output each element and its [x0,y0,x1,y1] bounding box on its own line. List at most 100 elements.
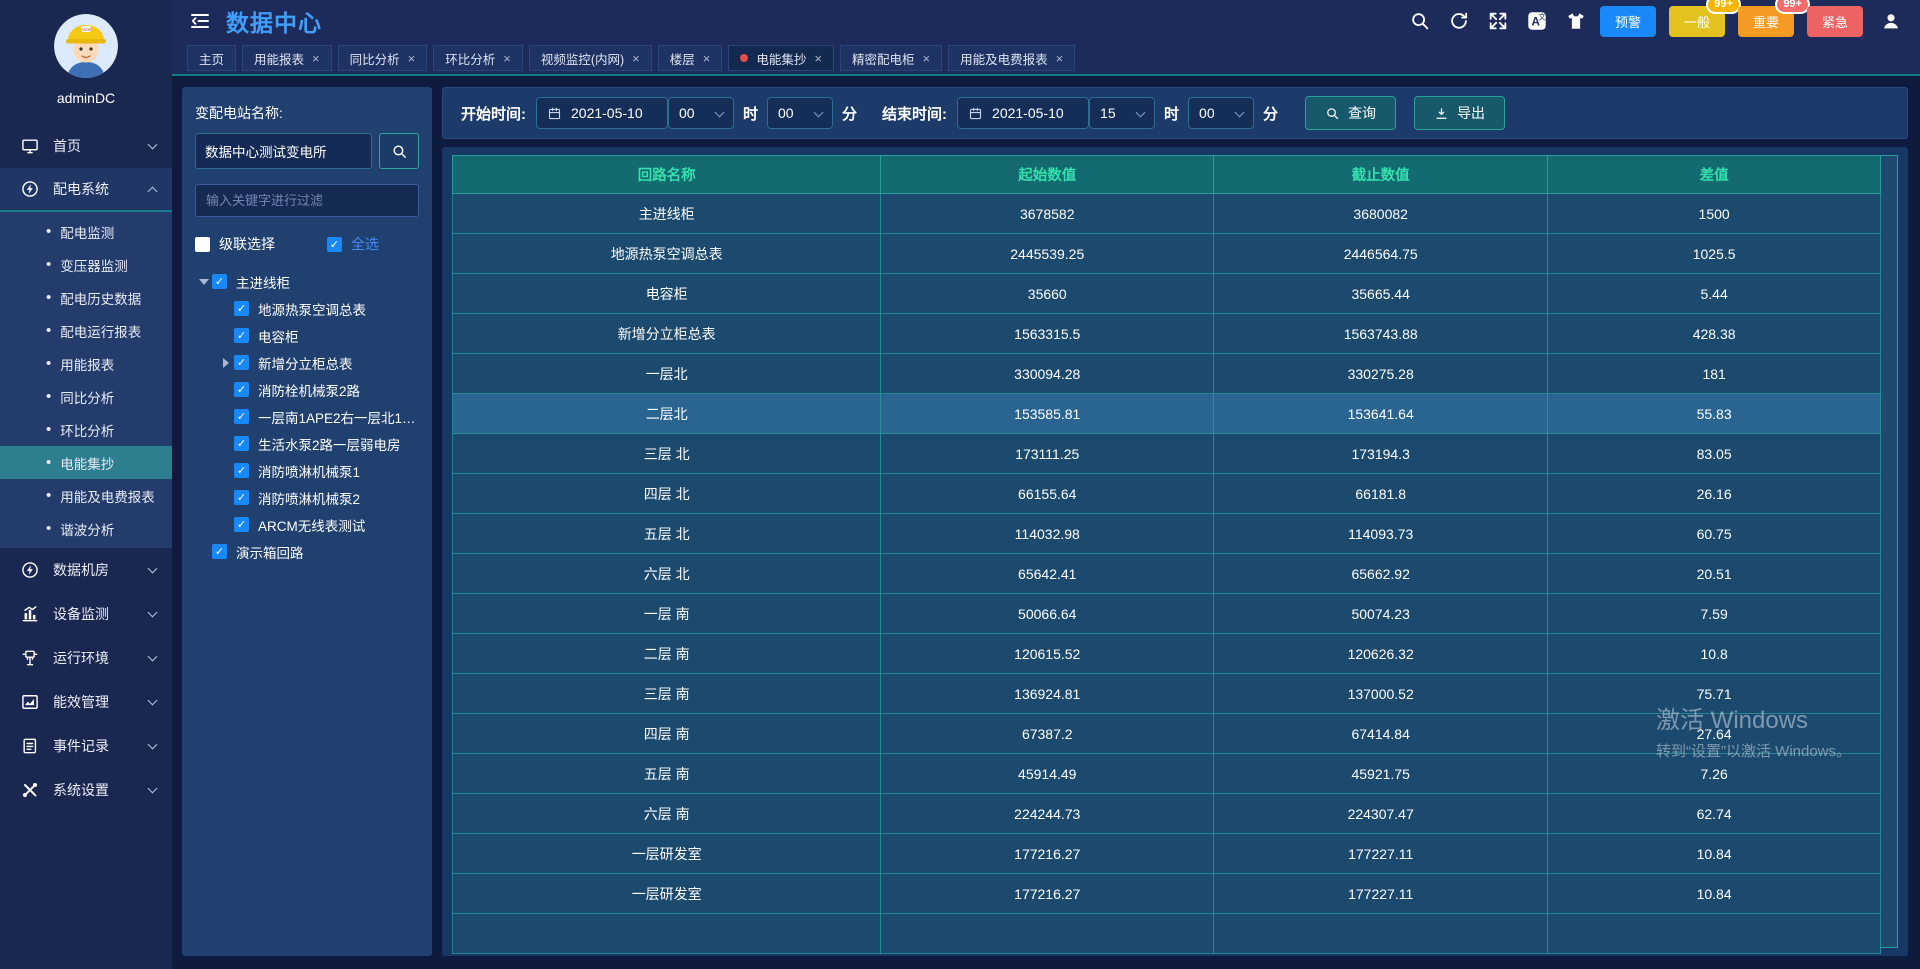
tree-node[interactable]: ✓消防喷淋机械泵1 [195,457,419,484]
tree-node[interactable]: ✓消防栓机械泵2路 [195,376,419,403]
tab-item[interactable]: 用能及电费报表× [948,45,1075,71]
tree-node[interactable]: ✓消防喷淋机械泵2 [195,484,419,511]
end-hour-select[interactable]: 15 [1089,97,1155,129]
select-all-checkbox[interactable]: ✓ [327,237,342,252]
tab-item[interactable]: 用能报表× [242,45,332,71]
sidebar-item[interactable]: 设备监测 [0,592,172,636]
tree-node-checkbox[interactable]: ✓ [234,517,249,532]
tree-node[interactable]: ✓演示箱回路 [195,538,419,565]
table-row[interactable]: 新增分立柜总表1563315.51563743.88428.38 [453,314,1881,354]
table-row[interactable]: 三层 北173111.25173194.383.05 [453,434,1881,474]
end-minute-select[interactable]: 00 [1188,97,1254,129]
alarm-button[interactable]: 重要99+ [1738,6,1794,37]
table-row[interactable]: 一层 南50066.6450074.237.59 [453,594,1881,634]
table-row[interactable]: 二层北153585.81153641.6455.83 [453,394,1881,434]
table-row[interactable]: 电容柜3566035665.445.44 [453,274,1881,314]
tab-close-icon[interactable]: × [923,52,931,65]
tree-node[interactable]: ✓新增分立柜总表 [195,349,419,376]
tab-close-icon[interactable]: × [1056,52,1064,65]
tree-node-checkbox[interactable]: ✓ [234,490,249,505]
submenu-item[interactable]: •配电监测 [0,215,172,248]
tree-node[interactable]: ✓主进线柜 [195,268,419,295]
search-icon[interactable] [1409,10,1431,32]
tree-node-checkbox[interactable]: ✓ [234,382,249,397]
table-row[interactable]: 一层研发室177216.27177227.1110.84 [453,834,1881,874]
tab-item[interactable]: 同比分析× [338,45,428,71]
table-row[interactable]: 二层 南120615.52120626.3210.8 [453,634,1881,674]
submenu-item[interactable]: •配电运行报表 [0,314,172,347]
sidebar-item[interactable]: 运行环境 [0,636,172,680]
sidebar-item[interactable]: 能效管理 [0,680,172,724]
table-scrollbar[interactable] [1881,155,1898,948]
end-date-picker[interactable]: 2021-05-10 [957,97,1089,129]
query-button[interactable]: 查询 [1305,96,1396,130]
submenu-item[interactable]: •配电历史数据 [0,281,172,314]
table-row[interactable]: 四层 北66155.6466181.826.16 [453,474,1881,514]
table-row[interactable]: 主进线柜367858236800821500 [453,194,1881,234]
submenu-item[interactable]: •环比分析 [0,413,172,446]
select-all-label[interactable]: 全选 [351,234,379,254]
tab-item[interactable]: 楼层× [658,45,723,71]
station-name-input[interactable] [195,133,372,169]
table-row[interactable]: 地源热泵空调总表2445539.252446564.751025.5 [453,234,1881,274]
start-date-picker[interactable]: 2021-05-10 [536,97,668,129]
tree-node-checkbox[interactable]: ✓ [212,544,227,559]
theme-shirt-icon[interactable] [1565,10,1587,32]
table-header-cell[interactable]: 截止数值 [1214,156,1548,194]
submenu-item[interactable]: •电能集抄 [0,446,172,479]
table-row[interactable]: 一层北330094.28330275.28181 [453,354,1881,394]
table-row[interactable]: 六层 北65642.4165662.9220.51 [453,554,1881,594]
tab-item[interactable]: 环比分析× [433,45,523,71]
start-hour-select[interactable]: 00 [668,97,734,129]
submenu-item[interactable]: •用能报表 [0,347,172,380]
tree-node-checkbox[interactable]: ✓ [234,328,249,343]
sidebar-item[interactable]: 事件记录 [0,724,172,768]
alarm-button[interactable]: 一般99+ [1669,6,1725,37]
tree-node-checkbox[interactable]: ✓ [234,301,249,316]
tab-close-icon[interactable]: × [814,52,822,65]
table-row[interactable] [453,914,1881,954]
tree-node-checkbox[interactable]: ✓ [234,463,249,478]
tab-close-icon[interactable]: × [408,52,416,65]
alarm-button[interactable]: 预警 [1600,6,1656,37]
tab-close-icon[interactable]: × [703,52,711,65]
user-icon[interactable] [1880,10,1902,32]
table-row[interactable]: 五层 南45914.4945921.757.26 [453,754,1881,794]
tree-node-checkbox[interactable]: ✓ [234,355,249,370]
fullscreen-icon[interactable] [1487,10,1509,32]
submenu-item[interactable]: •用能及电费报表 [0,479,172,512]
tree-node-checkbox[interactable]: ✓ [212,274,227,289]
tree-expand-icon[interactable] [199,279,209,285]
export-button[interactable]: 导出 [1414,96,1505,130]
table-header-cell[interactable]: 回路名称 [453,156,881,194]
tree-node[interactable]: ✓地源热泵空调总表 [195,295,419,322]
tab-item[interactable]: 主页 [187,45,236,71]
tab-close-icon[interactable]: × [312,52,320,65]
tree-node-checkbox[interactable]: ✓ [234,409,249,424]
refresh-icon[interactable] [1448,10,1470,32]
tab-item[interactable]: 精密配电柜× [840,45,942,71]
tree-filter-input[interactable] [195,184,419,217]
table-row[interactable]: 四层 南67387.267414.8427.64 [453,714,1881,754]
submenu-item[interactable]: •谐波分析 [0,512,172,545]
start-minute-select[interactable]: 00 [767,97,833,129]
submenu-item[interactable]: •同比分析 [0,380,172,413]
table-header-cell[interactable]: 起始数值 [881,156,1214,194]
tree-collapse-icon[interactable] [223,358,229,368]
table-row[interactable]: 一层研发室177216.27177227.1110.84 [453,874,1881,914]
table-row[interactable]: 五层 北114032.98114093.7360.75 [453,514,1881,554]
tab-item[interactable]: 电能集抄× [728,45,834,71]
sidebar-item[interactable]: 配电系统 [0,168,172,212]
alarm-button[interactable]: 紧急 [1807,6,1863,37]
tree-node[interactable]: ✓一层南1APE2右一层北1APE1左 [195,403,419,430]
table-header-cell[interactable]: 差值 [1548,156,1881,194]
translate-icon[interactable]: A 文 [1526,10,1548,32]
tree-node[interactable]: ✓电容柜 [195,322,419,349]
sidebar-item[interactable]: 系统设置 [0,768,172,812]
table-row[interactable]: 三层 南136924.81137000.5275.71 [453,674,1881,714]
tree-node[interactable]: ✓ARCM无线表测试 [195,511,419,538]
tab-item[interactable]: 视频监控(内网)× [529,45,652,71]
sidebar-item[interactable]: 首页 [0,124,172,168]
submenu-item[interactable]: •变压器监测 [0,248,172,281]
cascade-checkbox[interactable] [195,237,210,252]
